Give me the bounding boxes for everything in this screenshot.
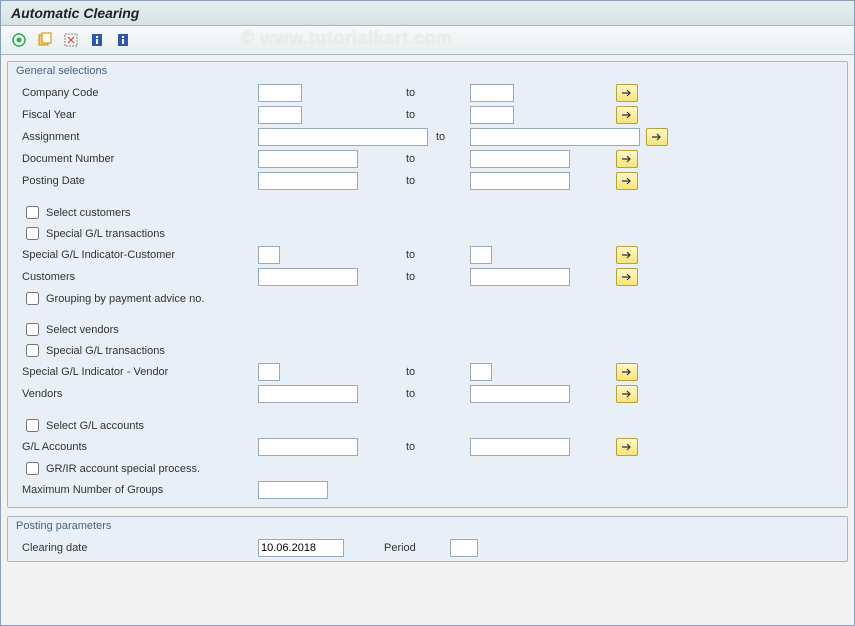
group-general-selections: General selections Company Code to Fisca…: [7, 61, 848, 508]
multi-assignment[interactable]: [646, 128, 668, 146]
cust-indicator-to[interactable]: [470, 246, 492, 264]
group-posting-params: Posting parameters Clearing date Period: [7, 516, 848, 562]
fiscal-year-from[interactable]: [258, 106, 302, 124]
fiscal-year-to[interactable]: [470, 106, 514, 124]
label-cust-special-gl: Special G/L transactions: [46, 228, 165, 240]
page-title: Automatic Clearing: [1, 1, 854, 26]
multi-vend-indicator[interactable]: [616, 363, 638, 381]
vendors-from[interactable]: [258, 385, 358, 403]
label-assignment: Assignment: [22, 131, 252, 143]
multi-company-code[interactable]: [616, 84, 638, 102]
to-label: to: [404, 175, 464, 187]
gl-accounts-to[interactable]: [470, 438, 570, 456]
label-vend-special-gl: Special G/L transactions: [46, 345, 165, 357]
vend-indicator-from[interactable]: [258, 363, 280, 381]
label-max-groups: Maximum Number of Groups: [22, 484, 252, 496]
multi-posting-date[interactable]: [616, 172, 638, 190]
to-label: to: [404, 388, 464, 400]
assignment-from[interactable]: [258, 128, 428, 146]
label-company-code: Company Code: [22, 87, 252, 99]
to-label: to: [404, 441, 464, 453]
multi-fiscal-year[interactable]: [616, 106, 638, 124]
multi-customers[interactable]: [616, 268, 638, 286]
watermark: © www.tutorialkart.com: [241, 28, 453, 49]
doc-number-to[interactable]: [470, 150, 570, 168]
cb-grouping[interactable]: [26, 292, 39, 305]
clearing-date-input[interactable]: [258, 539, 344, 557]
max-groups-input[interactable]: [258, 481, 328, 499]
assignment-to[interactable]: [470, 128, 640, 146]
multi-vendors[interactable]: [616, 385, 638, 403]
doc-number-from[interactable]: [258, 150, 358, 168]
vendors-to[interactable]: [470, 385, 570, 403]
cb-grir[interactable]: [26, 462, 39, 475]
info-icon[interactable]: [87, 30, 107, 50]
to-label: to: [434, 131, 464, 143]
cb-select-gl[interactable]: [26, 419, 39, 432]
customers-to[interactable]: [470, 268, 570, 286]
cust-indicator-from[interactable]: [258, 246, 280, 264]
label-grouping: Grouping by payment advice no.: [46, 293, 204, 305]
label-vend-indicator: Special G/L Indicator - Vendor: [22, 366, 252, 378]
label-select-gl: Select G/L accounts: [46, 420, 144, 432]
program-icon[interactable]: [61, 30, 81, 50]
cb-select-vendors[interactable]: [26, 323, 39, 336]
vend-indicator-to[interactable]: [470, 363, 492, 381]
label-clearing-date: Clearing date: [22, 542, 252, 554]
company-code-from[interactable]: [258, 84, 302, 102]
group-title-general: General selections: [8, 62, 847, 82]
info2-icon[interactable]: [113, 30, 133, 50]
posting-date-from[interactable]: [258, 172, 358, 190]
variant-icon[interactable]: [35, 30, 55, 50]
label-period: Period: [364, 542, 444, 554]
to-label: to: [404, 87, 464, 99]
cb-cust-special-gl[interactable]: [26, 227, 39, 240]
label-gl-accounts: G/L Accounts: [22, 441, 252, 453]
label-select-customers: Select customers: [46, 207, 130, 219]
to-label: to: [404, 153, 464, 165]
multi-doc-number[interactable]: [616, 150, 638, 168]
label-vendors: Vendors: [22, 388, 252, 400]
to-label: to: [404, 271, 464, 283]
group-title-posting: Posting parameters: [8, 517, 847, 537]
customers-from[interactable]: [258, 268, 358, 286]
cb-select-customers[interactable]: [26, 206, 39, 219]
to-label: to: [404, 366, 464, 378]
label-customers: Customers: [22, 271, 252, 283]
gl-accounts-from[interactable]: [258, 438, 358, 456]
label-doc-number: Document Number: [22, 153, 252, 165]
label-select-vendors: Select vendors: [46, 324, 119, 336]
label-fiscal-year: Fiscal Year: [22, 109, 252, 121]
company-code-to[interactable]: [470, 84, 514, 102]
label-posting-date: Posting Date: [22, 175, 252, 187]
toolbar: © www.tutorialkart.com: [1, 26, 854, 55]
to-label: to: [404, 109, 464, 121]
period-input[interactable]: [450, 539, 478, 557]
to-label: to: [404, 249, 464, 261]
label-grir: GR/IR account special process.: [46, 463, 200, 475]
cb-vend-special-gl[interactable]: [26, 344, 39, 357]
multi-cust-indicator[interactable]: [616, 246, 638, 264]
multi-gl-accounts[interactable]: [616, 438, 638, 456]
label-cust-indicator: Special G/L Indicator-Customer: [22, 249, 252, 261]
posting-date-to[interactable]: [470, 172, 570, 190]
execute-icon[interactable]: [9, 30, 29, 50]
